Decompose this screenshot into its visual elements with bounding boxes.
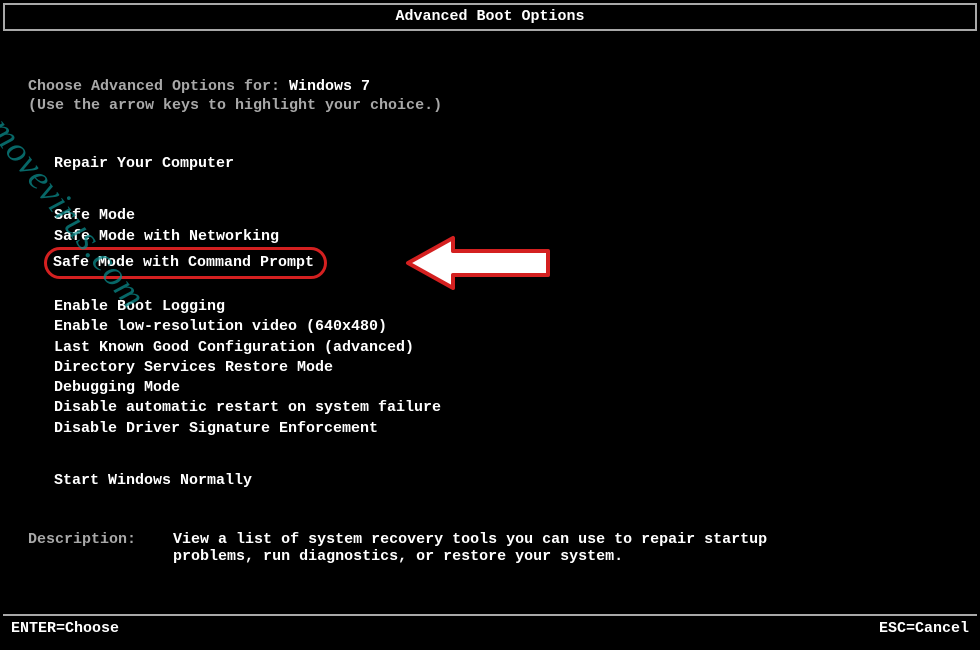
- option-disable-driver-signature[interactable]: Disable Driver Signature Enforcement: [50, 419, 382, 439]
- choose-line: Choose Advanced Options for: Windows 7: [28, 78, 952, 95]
- arrow-keys-hint: (Use the arrow keys to highlight your ch…: [28, 97, 952, 114]
- choose-prefix: Choose Advanced Options for:: [28, 78, 289, 95]
- description-label: Description:: [28, 531, 136, 548]
- option-boot-logging[interactable]: Enable Boot Logging: [50, 297, 229, 317]
- option-low-resolution[interactable]: Enable low-resolution video (640x480): [50, 317, 391, 337]
- footer-enter-hint: ENTER=Choose: [11, 620, 119, 637]
- option-disable-auto-restart[interactable]: Disable automatic restart on system fail…: [50, 398, 445, 418]
- option-safe-mode-networking[interactable]: Safe Mode with Networking: [50, 227, 283, 247]
- description-block: Description: View a list of system recov…: [28, 531, 952, 565]
- option-directory-services-restore[interactable]: Directory Services Restore Mode: [50, 358, 337, 378]
- main-content: Choose Advanced Options for: Windows 7 (…: [28, 78, 952, 565]
- option-safe-mode[interactable]: Safe Mode: [50, 206, 139, 226]
- option-repair-computer[interactable]: Repair Your Computer: [50, 154, 238, 174]
- option-last-known-good[interactable]: Last Known Good Configuration (advanced): [50, 338, 418, 358]
- description-text: View a list of system recovery tools you…: [173, 531, 773, 565]
- screen-title: Advanced Boot Options: [0, 8, 980, 25]
- pointer-arrow-icon: [398, 233, 558, 298]
- option-safe-mode-command-prompt[interactable]: Safe Mode with Command Prompt: [44, 247, 327, 279]
- option-start-normally[interactable]: Start Windows Normally: [50, 471, 256, 491]
- option-debugging-mode[interactable]: Debugging Mode: [50, 378, 184, 398]
- footer-bar: ENTER=Choose ESC=Cancel: [3, 614, 977, 642]
- os-name: Windows 7: [289, 78, 370, 95]
- footer-esc-hint: ESC=Cancel: [879, 620, 969, 637]
